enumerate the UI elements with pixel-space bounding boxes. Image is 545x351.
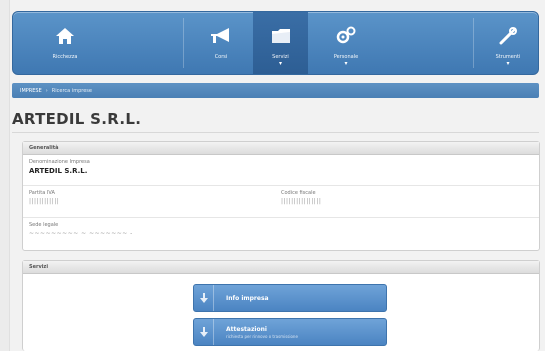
chevron-down-icon: ▾ (278, 60, 282, 67)
home-icon (55, 22, 75, 50)
attestazioni-label: Attestazioni (226, 325, 267, 333)
denominazione-field: Denominazione Impresa ARTEDIL S.R.L. (23, 155, 539, 186)
partita-iva-value: |||||||||||| (29, 198, 60, 205)
fiscal-row: Partita IVA |||||||||||| Codice fiscale … (23, 186, 539, 218)
page-title: ARTEDIL S.R.L. (12, 110, 142, 128)
nav-item-strumenti[interactable]: Strumenti ▾ (479, 12, 537, 74)
sede-legale-label: Sede legale (29, 222, 59, 228)
chevron-down-icon: ▾ (344, 60, 348, 67)
breadcrumb-current: Ricerca imprese (51, 87, 92, 94)
nav-item-ricchezza[interactable]: Ricchezza (43, 12, 87, 74)
attestazioni-subtitle: richiesta per rinnovo o trasmissione (226, 333, 298, 339)
nav-label-strumenti: Strumenti (495, 54, 521, 60)
nav-label-corsi: Corsi (214, 54, 228, 60)
sede-legale-field: Sede legale ~~~~~~~~~ ~ ~~~~~~~ - (23, 218, 539, 250)
nav-label-personale: Personale (333, 54, 359, 60)
nav-label-servizi: Servizi (272, 54, 289, 60)
generalita-heading: Generalità (23, 142, 539, 155)
megaphone-icon (209, 22, 233, 50)
partita-iva-label: Partita IVA (29, 190, 55, 196)
sede-legale-value: ~~~~~~~~~ ~ ~~~~~~~ - (29, 230, 133, 237)
codice-fiscale-label: Codice fiscale (281, 190, 316, 196)
download-arrow-icon (194, 319, 214, 345)
gears-icon (334, 22, 358, 50)
denominazione-label: Denominazione Impresa (29, 159, 90, 165)
info-impresa-label: Info impresa (226, 294, 269, 302)
nav-item-servizi[interactable]: Servizi ▾ (253, 12, 308, 74)
breadcrumb: IMPRESE › Ricerca imprese (12, 83, 539, 98)
partita-iva-field: Partita IVA |||||||||||| (29, 190, 281, 213)
main-nav-bar: Ricchezza Corsi Servizi ▾ Personale ▾ St… (12, 11, 539, 75)
servizi-heading: Servizi (23, 261, 539, 274)
nav-item-corsi[interactable]: Corsi (193, 12, 249, 74)
info-impresa-button[interactable]: Info impresa (193, 284, 387, 312)
breadcrumb-separator: › (45, 87, 48, 94)
codice-fiscale-value: |||||||||||||||| (281, 198, 322, 205)
window-left-edge (0, 0, 10, 351)
tools-icon (497, 22, 519, 50)
folder-icon (270, 22, 292, 50)
nav-label-ricchezza: Ricchezza (52, 54, 78, 60)
breadcrumb-root-link[interactable]: IMPRESE (20, 88, 42, 94)
codice-fiscale-field: Codice fiscale |||||||||||||||| (281, 190, 533, 213)
attestazioni-button[interactable]: Attestazioni richiesta per rinnovo o tra… (193, 318, 387, 346)
generalita-panel: Generalità Denominazione Impresa ARTEDIL… (22, 141, 540, 251)
download-arrow-icon (194, 285, 214, 311)
title-divider (12, 132, 539, 133)
servizi-panel: Servizi Info impresa Attestazioni richie… (22, 260, 540, 351)
nav-item-personale[interactable]: Personale ▾ (318, 12, 374, 74)
chevron-down-icon: ▾ (506, 60, 510, 67)
denominazione-value: ARTEDIL S.R.L. (29, 167, 88, 175)
